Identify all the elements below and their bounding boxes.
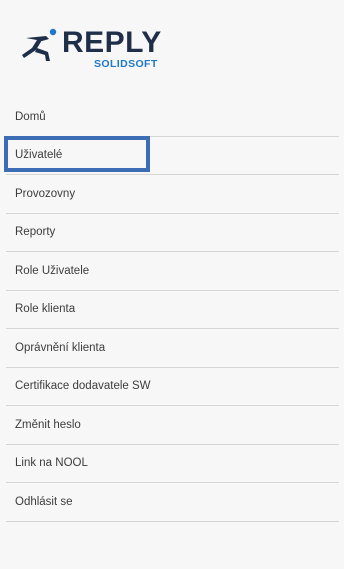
menu-item-label: Domů (15, 110, 46, 123)
menu-item-link-na-nool[interactable]: Link na NOOL (6, 445, 339, 483)
brand-subtitle: SOLIDSOFT (94, 58, 158, 70)
menu-item-label: Oprávnění klienta (15, 341, 106, 354)
menu-item-label: Odhlásit se (15, 495, 73, 508)
menu-item-label: Reporty (15, 226, 56, 239)
menu-item-zmenit-heslo[interactable]: Změnit heslo (6, 406, 339, 445)
menu-item-label: Role klienta (15, 303, 76, 316)
brand-name: REPLY (62, 26, 162, 59)
menu-item-label: Certifikace dodavatele SW (15, 380, 151, 393)
menu-item-label: Uživatelé (15, 149, 63, 162)
running-figure-icon (22, 28, 57, 61)
menu-item-opravneni-klienta[interactable]: Oprávnění klienta (6, 329, 339, 368)
sidebar: REPLY SOLIDSOFT Domů Uživatelé Provozovn… (0, 0, 344, 569)
menu-item-odhlasit-se[interactable]: Odhlásit se (6, 483, 339, 522)
menu-item-label: Link na NOOL (15, 457, 88, 470)
menu-item-certifikace-dodavatele-sw[interactable]: Certifikace dodavatele SW (6, 368, 339, 406)
menu-item-reporty[interactable]: Reporty (6, 214, 339, 252)
menu-item-provozovny[interactable]: Provozovny (6, 175, 339, 214)
menu-item-domu[interactable]: Domů (6, 98, 339, 137)
menu-item-role-uzivatele[interactable]: Role Uživatele (6, 252, 339, 291)
menu-item-label: Změnit heslo (15, 418, 81, 431)
menu-item-label: Provozovny (15, 187, 76, 200)
menu-item-role-klienta[interactable]: Role klienta (6, 291, 339, 329)
main-menu: Domů Uživatelé Provozovny Reporty Role U… (6, 98, 339, 522)
brand-logo[interactable]: REPLY SOLIDSOFT (20, 26, 170, 72)
menu-item-label: Role Uživatele (15, 264, 90, 277)
menu-item-uzivatele[interactable]: Uživatelé (6, 137, 339, 175)
